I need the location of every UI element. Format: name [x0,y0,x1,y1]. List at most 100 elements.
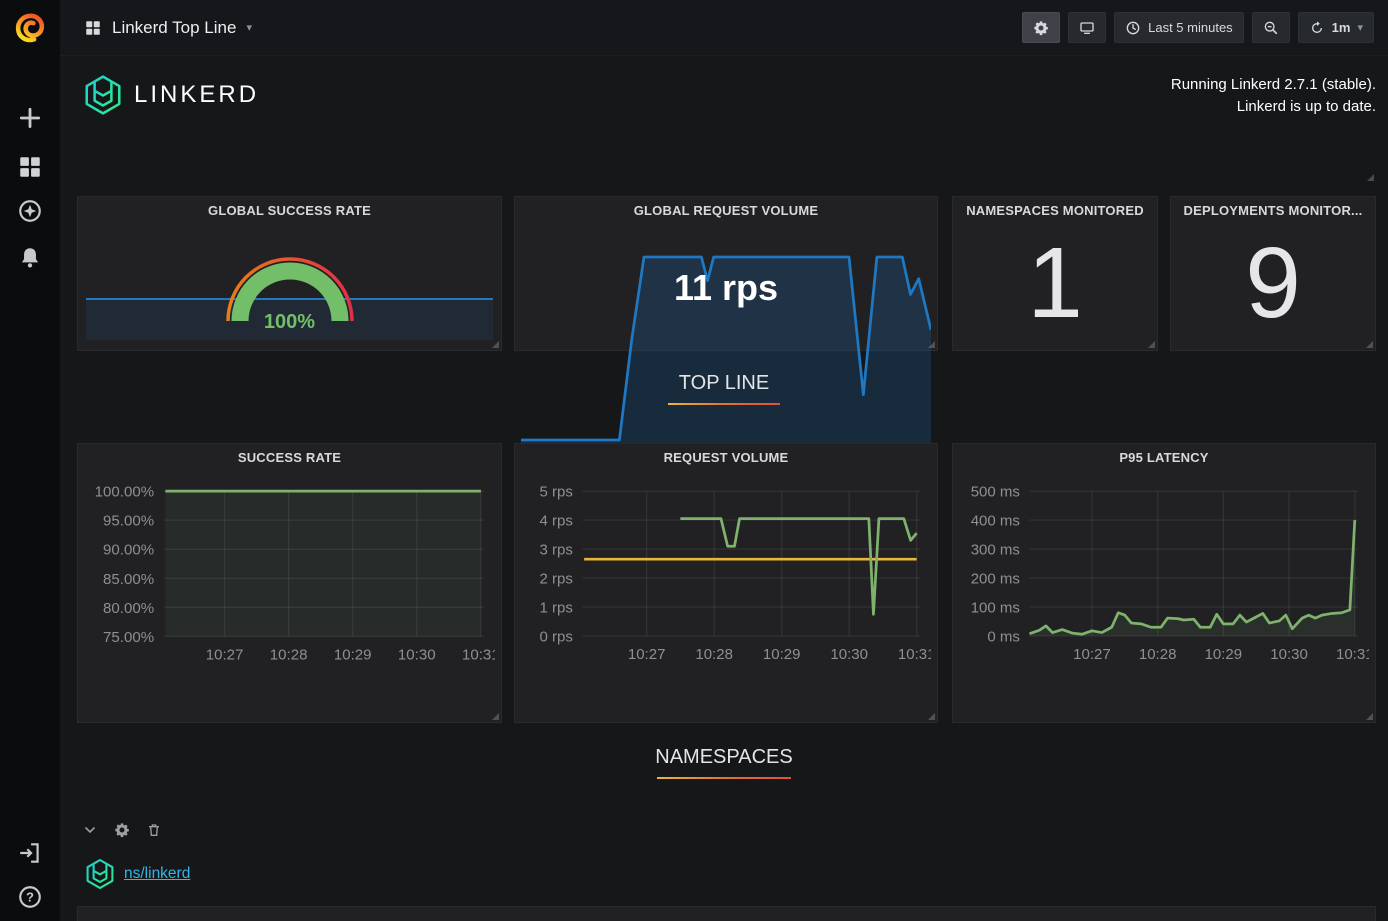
dashboard-grid-icon [84,19,102,37]
panel-global-request-volume: GLOBAL REQUEST VOLUME 11 rps [514,196,938,351]
plus-icon[interactable] [17,105,43,131]
panel-title[interactable]: GLOBAL REQUEST VOLUME [515,197,937,224]
svg-text:10:30: 10:30 [830,646,868,663]
svg-text:4 rps: 4 rps [540,513,573,530]
svg-text:10:31: 10:31 [898,646,931,663]
chevron-down-icon: ▾ [246,21,252,34]
panel-namespace-detail-top [77,906,1376,921]
help-icon[interactable]: ? [17,884,43,910]
zoom-out-time-button[interactable] [1252,12,1290,43]
svg-text:?: ? [26,890,34,905]
svg-text:100 ms: 100 ms [971,599,1020,616]
sign-in-icon[interactable] [17,840,43,866]
top-navbar: Linkerd Top Line ▾ Last 5 minutes 1m ▾ [60,0,1388,56]
status-line-2: Linkerd is up to date. [1171,96,1376,118]
svg-text:10:30: 10:30 [398,647,436,664]
magnifier-zoom-out-icon [1263,20,1279,36]
svg-text:90.00%: 90.00% [103,542,154,559]
svg-text:10:28: 10:28 [270,647,308,664]
svg-text:10:27: 10:27 [628,646,666,663]
sidebar: ? [0,0,60,921]
resize-handle[interactable] [492,341,499,348]
collapse-chevron-icon[interactable] [82,822,98,838]
status-line-1: Running Linkerd 2.7.1 (stable). [1171,74,1376,96]
svg-text:3 rps: 3 rps [540,542,573,559]
section-title: NAMESPACES [655,746,792,769]
cycle-view-mode-button[interactable] [1068,12,1106,43]
svg-text:10:29: 10:29 [763,646,801,663]
svg-text:75.00%: 75.00% [103,629,154,646]
explore-icon[interactable] [17,198,43,224]
refresh-icon [1309,20,1325,36]
svg-text:400 ms: 400 ms [971,513,1020,530]
clock-icon [1125,20,1141,36]
time-range-label: Last 5 minutes [1148,20,1233,35]
panel-title[interactable]: SUCCESS RATE [78,444,501,471]
svg-text:1 rps: 1 rps [540,599,573,616]
resize-handle[interactable] [1366,341,1373,348]
section-namespaces: NAMESPACES [60,746,1388,779]
svg-text:0 rps: 0 rps [540,628,573,645]
refresh-button[interactable]: 1m ▾ [1298,12,1374,43]
svg-text:10:27: 10:27 [1073,646,1111,663]
section-underline [668,403,780,405]
panel-p95-latency: P95 LATENCY 500 ms400 ms300 ms200 ms100 … [952,443,1376,723]
svg-text:2 rps: 2 rps [540,571,573,588]
resize-handle[interactable] [492,713,499,720]
resize-handle[interactable] [928,713,935,720]
linkerd-ns-icon [84,858,116,890]
linkerd-logo-icon [82,74,124,116]
trash-icon[interactable] [146,822,162,838]
panel-title[interactable]: GLOBAL SUCCESS RATE [78,197,501,224]
section-underline [657,777,791,779]
resize-handle[interactable] [1148,341,1155,348]
panel-controls [82,822,162,838]
svg-text:0 ms: 0 ms [987,628,1020,645]
svg-text:300 ms: 300 ms [971,542,1020,559]
svg-text:5 rps: 5 rps [540,484,573,501]
grafana-logo-icon[interactable] [14,12,46,44]
svg-text:10:29: 10:29 [334,647,372,664]
time-range-button[interactable]: Last 5 minutes [1114,12,1244,43]
linkerd-status-text: Running Linkerd 2.7.1 (stable). Linkerd … [1171,74,1376,118]
dashboard-settings-button[interactable] [1022,12,1060,43]
svg-text:200 ms: 200 ms [971,571,1020,588]
svg-text:10:28: 10:28 [1139,646,1177,663]
linkerd-brand: LINKERD [82,74,259,116]
resize-handle[interactable] [1367,174,1374,181]
dashboard-title-dropdown[interactable]: Linkerd Top Line ▾ [84,18,252,38]
dashboard-content: LINKERD Running Linkerd 2.7.1 (stable). … [60,56,1388,921]
alerting-bell-icon[interactable] [17,245,43,271]
grafana-dashboard: ? Linkerd Top Line ▾ Last 5 minutes [0,0,1388,921]
p95-latency-chart[interactable]: 500 ms400 ms300 ms200 ms100 ms0 ms10:271… [959,472,1369,677]
gear-icon [1033,20,1049,36]
svg-text:10:28: 10:28 [695,646,733,663]
panel-namespaces-monitored: NAMESPACES MONITORED 1 [952,196,1158,351]
svg-text:10:31: 10:31 [1336,646,1369,663]
svg-text:85.00%: 85.00% [103,571,154,588]
refresh-interval-label: 1m [1332,20,1351,35]
dashboards-icon[interactable] [17,154,43,180]
resize-handle[interactable] [1366,713,1373,720]
success-rate-chart[interactable]: 100.00%95.00%90.00%85.00%80.00%75.00%10:… [84,472,495,678]
linkerd-wordmark: LINKERD [134,81,259,109]
panel-title[interactable]: REQUEST VOLUME [515,444,937,471]
panel-deployments-monitored: DEPLOYMENTS MONITOR... 9 [1170,196,1376,351]
gear-icon[interactable] [114,822,130,838]
request-volume-value: 11 rps [515,225,937,350]
panel-title[interactable]: P95 LATENCY [953,444,1375,471]
dashboard-title: Linkerd Top Line [112,18,236,38]
section-top-line: TOP LINE [60,372,1388,405]
svg-text:100.00%: 100.00% [95,484,154,501]
request-volume-chart[interactable]: 5 rps 4 rps 3 rps 2 rps 1 rps 0 rps 10:27 10:28… [521,472,931,677]
deployments-count: 9 [1171,223,1375,344]
namespace-row: ns/linkerd [84,858,190,890]
svg-text:95.00%: 95.00% [103,513,154,530]
gauge-value: 100% [78,311,501,334]
namespace-link[interactable]: ns/linkerd [124,865,190,883]
section-title: TOP LINE [679,372,769,395]
panel-title[interactable]: NAMESPACES MONITORED [953,197,1157,224]
svg-text:10:29: 10:29 [1205,646,1243,663]
panel-title[interactable]: DEPLOYMENTS MONITOR... [1171,197,1375,224]
panel-global-success-rate: GLOBAL SUCCESS RATE 100% [77,196,502,351]
